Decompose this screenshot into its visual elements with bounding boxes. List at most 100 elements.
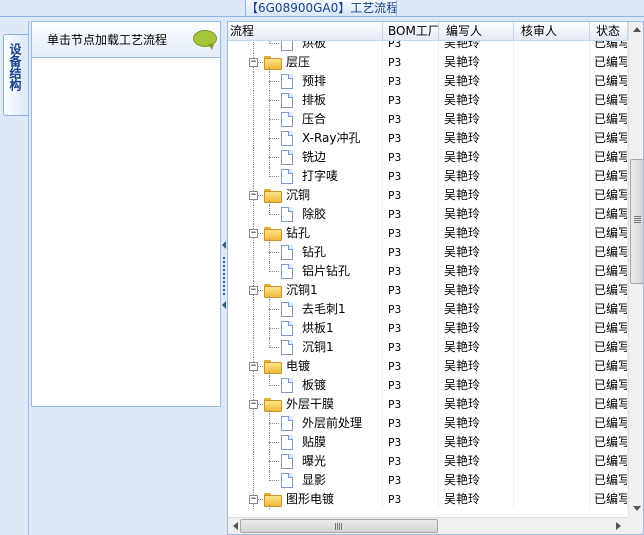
- tree-node-label[interactable]: 铝片钻孔: [302, 262, 350, 281]
- table-row[interactable]: 钻孔 P3 吴艳玲 已编写: [228, 243, 628, 262]
- column-header-reviewer[interactable]: 核审人: [514, 22, 590, 41]
- table-row[interactable]: 打字唛 P3 吴艳玲 已编写: [228, 167, 628, 186]
- tree-node-label[interactable]: 铣边: [302, 148, 326, 167]
- tree-line: [253, 110, 254, 129]
- cell-reviewer: [514, 110, 590, 129]
- table-row[interactable]: − 电镀 P3 吴艳玲 已编写: [228, 357, 628, 376]
- device-tree-area[interactable]: [31, 57, 221, 407]
- cell-author: 吴艳玲: [439, 357, 514, 376]
- tree-line: [269, 271, 279, 272]
- table-row[interactable]: − 图形电镀 P3 吴艳玲 已编写: [228, 490, 628, 509]
- cell-bom: P3: [383, 243, 439, 262]
- cell-status: 已编写: [590, 72, 628, 91]
- cell-reviewer: [514, 357, 590, 376]
- tab-device-structure[interactable]: 设备结构: [3, 34, 28, 116]
- cell-author: 吴艳玲: [439, 186, 514, 205]
- table-row[interactable]: 铣边 P3 吴艳玲 已编写: [228, 148, 628, 167]
- table-row[interactable]: 压合 P3 吴艳玲 已编写: [228, 110, 628, 129]
- table-row[interactable]: 贴膜 P3 吴艳玲 已编写: [228, 433, 628, 452]
- tree-node-label[interactable]: 曝光: [302, 452, 326, 471]
- tree-node-label[interactable]: 外层干膜: [286, 395, 334, 414]
- cell-status: 已编写: [590, 205, 628, 224]
- table-row[interactable]: − 钻孔 P3 吴艳玲 已编写: [228, 224, 628, 243]
- cell-reviewer: [514, 186, 590, 205]
- horizontal-scrollbar[interactable]: [228, 517, 628, 534]
- collapse-toggle-icon[interactable]: −: [249, 58, 258, 67]
- table-row[interactable]: 除胶 P3 吴艳玲 已编写: [228, 205, 628, 224]
- document-icon: [281, 131, 293, 146]
- tree-node-label[interactable]: 除胶: [302, 205, 326, 224]
- tree-node-label[interactable]: 沉铜: [286, 186, 310, 205]
- tree-node-label[interactable]: 钻孔: [302, 243, 326, 262]
- tree-node-label[interactable]: 去毛刺1: [302, 300, 346, 319]
- tree-line: [253, 262, 254, 281]
- collapse-left-icon-2[interactable]: [222, 301, 226, 309]
- document-icon: [281, 207, 293, 222]
- horizontal-scroll-thumb[interactable]: [240, 519, 438, 533]
- column-header-bom[interactable]: BOM工厂: [383, 22, 439, 41]
- tree-node-label[interactable]: 层压: [286, 53, 310, 72]
- table-row[interactable]: − 层压 P3 吴艳玲 已编写: [228, 53, 628, 72]
- collapse-toggle-icon[interactable]: −: [249, 362, 258, 371]
- scroll-up-button[interactable]: [629, 22, 643, 38]
- tree-line: [253, 129, 254, 148]
- splitter-grip-icon[interactable]: [223, 257, 225, 297]
- table-row[interactable]: 预排 P3 吴艳玲 已编写: [228, 72, 628, 91]
- table-row[interactable]: 沉铜1 P3 吴艳玲 已编写: [228, 338, 628, 357]
- tree-line: [253, 243, 254, 262]
- tree-node-label[interactable]: 外层前处理: [302, 414, 362, 433]
- collapse-toggle-icon[interactable]: −: [249, 229, 258, 238]
- tree-cell: 板镀: [228, 376, 383, 395]
- column-header-author[interactable]: 编写人: [439, 22, 514, 41]
- vertical-scroll-thumb[interactable]: [630, 159, 643, 284]
- cell-reviewer: [514, 395, 590, 414]
- tree-node-label[interactable]: 电镀: [286, 357, 310, 376]
- tree-node-label[interactable]: 压合: [302, 110, 326, 129]
- tree-node-label[interactable]: 钻孔: [286, 224, 310, 243]
- tree-node-label[interactable]: 排板: [302, 91, 326, 110]
- column-header-status[interactable]: 状态: [590, 22, 628, 41]
- column-header-flow[interactable]: 流程: [228, 22, 383, 41]
- table-row[interactable]: 去毛刺1 P3 吴艳玲 已编写: [228, 300, 628, 319]
- table-row[interactable]: 烘板1 P3 吴艳玲 已编写: [228, 319, 628, 338]
- collapse-toggle-icon[interactable]: −: [249, 191, 258, 200]
- tree-node-label[interactable]: 贴膜: [302, 433, 326, 452]
- grip-icon: [634, 216, 641, 223]
- tree-node-label[interactable]: 烘板1: [302, 319, 334, 338]
- cell-bom: P3: [383, 357, 439, 376]
- table-row[interactable]: 显影 P3 吴艳玲 已编写: [228, 471, 628, 490]
- vertical-scrollbar[interactable]: [628, 22, 643, 517]
- table-row[interactable]: 曝光 P3 吴艳玲 已编写: [228, 452, 628, 471]
- collapse-left-icon[interactable]: [222, 241, 226, 249]
- tree-line: [253, 452, 254, 471]
- cell-bom: P3: [383, 224, 439, 243]
- table-row[interactable]: 外层前处理 P3 吴艳玲 已编写: [228, 414, 628, 433]
- collapse-toggle-icon[interactable]: −: [249, 495, 258, 504]
- tree-node-label[interactable]: 烘板: [302, 41, 326, 53]
- table-row[interactable]: X-Ray冲孔 P3 吴艳玲 已编写: [228, 129, 628, 148]
- cell-bom: P3: [383, 471, 439, 490]
- scroll-down-button[interactable]: [629, 500, 643, 516]
- tree-node-label[interactable]: 显影: [302, 471, 326, 490]
- cell-bom: P3: [383, 205, 439, 224]
- tree-node-label[interactable]: 沉铜1: [302, 338, 334, 357]
- table-row[interactable]: − 外层干膜 P3 吴艳玲 已编写: [228, 395, 628, 414]
- collapse-toggle-icon[interactable]: −: [249, 286, 258, 295]
- tree-node-label[interactable]: 图形电镀: [286, 490, 334, 509]
- tree-node-label[interactable]: 预排: [302, 72, 326, 91]
- tree-node-label[interactable]: 板镀: [302, 376, 326, 395]
- cell-status: 已编写: [590, 224, 628, 243]
- tree-node-label[interactable]: 沉铜1: [286, 281, 318, 300]
- collapse-toggle-icon[interactable]: −: [249, 400, 258, 409]
- tree-cell: 除胶: [228, 205, 383, 224]
- cell-bom: P3: [383, 167, 439, 186]
- scroll-right-button[interactable]: [610, 518, 626, 534]
- table-row[interactable]: − 沉铜1 P3 吴艳玲 已编写: [228, 281, 628, 300]
- tree-node-label[interactable]: X-Ray冲孔: [302, 129, 360, 148]
- table-row[interactable]: 排板 P3 吴艳玲 已编写: [228, 91, 628, 110]
- table-row[interactable]: − 沉铜 P3 吴艳玲 已编写: [228, 186, 628, 205]
- table-row[interactable]: 板镀 P3 吴艳玲 已编写: [228, 376, 628, 395]
- tree-node-label[interactable]: 打字唛: [302, 167, 338, 186]
- table-row[interactable]: 烘板 P3 吴艳玲 已编写: [228, 41, 628, 53]
- table-row[interactable]: 铝片钻孔 P3 吴艳玲 已编写: [228, 262, 628, 281]
